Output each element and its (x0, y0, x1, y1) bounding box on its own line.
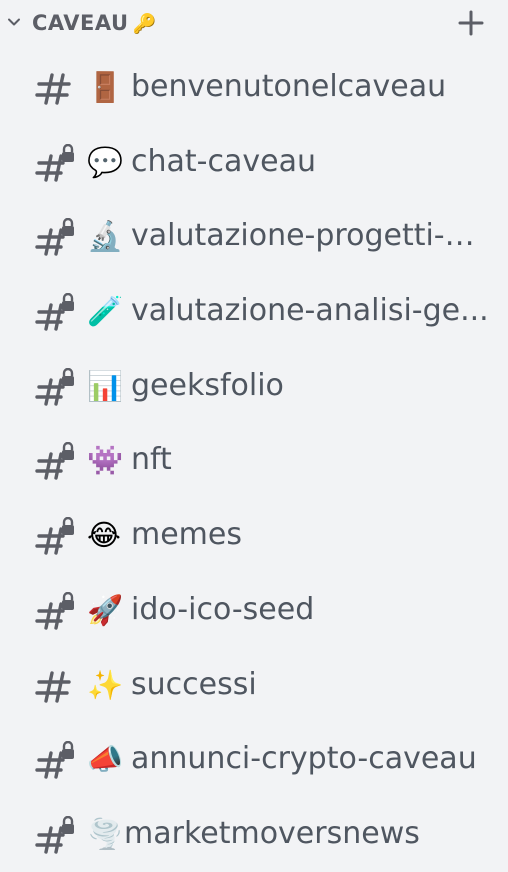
channel-item-chat-caveau[interactable]: 💬 chat-caveau (0, 125, 508, 200)
bar-chart-icon: 📊 (87, 368, 124, 403)
channel-name: chat-caveau (131, 143, 316, 179)
channel-name: benvenutonelcaveau (131, 69, 447, 104)
test-tube-icon: 🧪 (87, 294, 124, 329)
hash-lock-icon (35, 591, 74, 630)
chevron-down-icon[interactable] (6, 14, 22, 30)
channel-name: successi (131, 666, 257, 702)
tears-of-joy-icon: 😂 (87, 518, 121, 553)
hash-lock-icon (35, 442, 74, 481)
channel-name: valutazione-analisi-ge... (131, 293, 489, 329)
hash-lock-icon (35, 293, 74, 331)
hash-lock-icon (35, 517, 74, 555)
category-title-text: CAVEAU (32, 11, 129, 35)
add-channel-button[interactable] (456, 8, 486, 38)
channel-item-benvenutonelcaveau[interactable]: 🚪 benvenutonelcaveau (0, 50, 508, 125)
hash-lock-icon (35, 815, 74, 854)
category-header[interactable]: CAVEAU 🔑 (0, 0, 508, 44)
tornado-icon: 🌪️ (87, 816, 124, 851)
channel-item-marketmoversnews[interactable]: 🌪️ marketmoversnews (0, 797, 508, 872)
channel-item-geeksfolio[interactable]: 📊 geeksfolio (0, 349, 508, 424)
channel-item-ido-ico-seed[interactable]: 🚀 ido-ico-seed (0, 573, 508, 648)
channel-name: geeksfolio (131, 367, 284, 403)
speech-bubble-icon: 💬 (87, 144, 124, 179)
key-icon: 🔑 (132, 13, 157, 35)
channel-name: nft (131, 442, 172, 478)
microscope-icon: 🔬 (87, 219, 124, 254)
channel-item-annunci-crypto-caveau[interactable]: 📣 annunci-crypto-caveau (0, 722, 508, 797)
channel-item-memes[interactable]: 😂 memes (0, 498, 508, 573)
channel-name: valutazione-progetti-g... (131, 218, 491, 254)
channel-name: ido-ico-seed (131, 591, 315, 627)
channel-item-valutazione-analisi[interactable]: 🧪 valutazione-analisi-ge... (0, 274, 508, 349)
channel-name: marketmoversnews (124, 815, 420, 851)
channel-name: annunci-crypto-caveau (131, 741, 477, 777)
channel-item-valutazione-progetti[interactable]: 🔬 valutazione-progetti-g... (0, 199, 508, 274)
category-title[interactable]: CAVEAU 🔑 (32, 9, 157, 38)
channel-item-nft[interactable]: 👾 nft (0, 423, 508, 498)
megaphone-icon: 📣 (87, 742, 124, 777)
alien-monster-icon: 👾 (87, 443, 124, 478)
hash-lock-icon (35, 741, 74, 779)
hash-icon (35, 73, 71, 105)
channel-item-successi[interactable]: ✨ successi (0, 648, 508, 723)
channel-list: 🚪 benvenutonelcaveau 💬 chat-caveau 🔬 val… (0, 50, 508, 872)
hash-lock-icon (35, 367, 74, 406)
rocket-icon: 🚀 (87, 592, 124, 627)
hash-lock-icon (35, 143, 74, 182)
sparkles-icon: ✨ (87, 667, 124, 702)
hash-icon (35, 670, 71, 703)
channel-name: memes (131, 517, 242, 553)
channel-sidebar: CAVEAU 🔑 🚪 benvenutonelcaveau 💬 chat-cave… (0, 0, 508, 872)
hash-lock-icon (35, 218, 74, 257)
door-icon: 🚪 (87, 70, 124, 104)
